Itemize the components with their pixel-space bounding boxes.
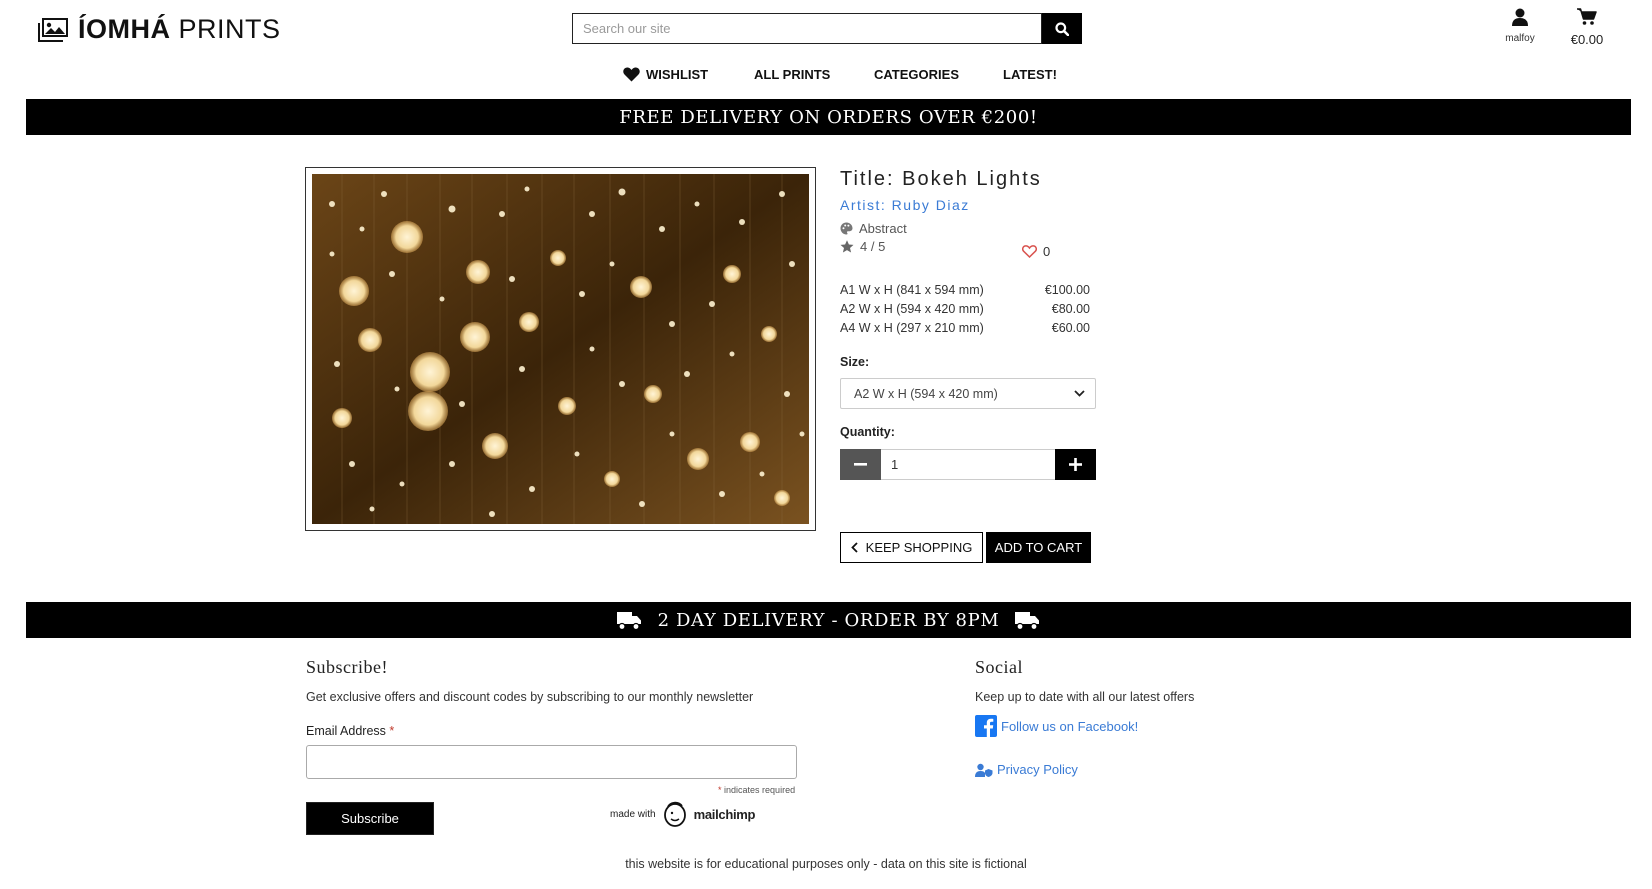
- privacy-policy-label: Privacy Policy: [997, 762, 1078, 777]
- product-info: Title: Bokeh Lights Artist: Ruby Diaz Ab…: [840, 168, 1100, 254]
- nav-categories[interactable]: CATEGORIES: [874, 67, 959, 82]
- product-title: Title: Bokeh Lights: [840, 168, 1042, 190]
- cart-icon: [1577, 8, 1597, 25]
- facebook-icon: [975, 715, 997, 737]
- price-size: A2 W x H (594 x 420 mm): [840, 302, 984, 316]
- search-input[interactable]: [572, 13, 1042, 44]
- plus-icon: [1069, 458, 1082, 471]
- quantity-stepper: 1: [840, 449, 1096, 480]
- social-text: Keep up to date with all our latest offe…: [975, 690, 1195, 704]
- increment-quantity-button[interactable]: [1055, 449, 1096, 480]
- product-image: [305, 167, 816, 531]
- delivery-banner: 2 DAY DELIVERY - ORDER BY 8PM: [26, 602, 1631, 638]
- price-size: A1 W x H (841 x 594 mm): [840, 283, 984, 297]
- decrement-quantity-button[interactable]: [840, 449, 881, 480]
- quantity-input[interactable]: 1: [881, 449, 1055, 480]
- price-value: €80.00: [1051, 302, 1090, 316]
- free-delivery-text: FREE DELIVERY ON ORDERS OVER €200!: [619, 106, 1038, 128]
- size-label: Size:: [840, 355, 870, 369]
- account-menu[interactable]: malfoy: [1497, 8, 1543, 44]
- indicates-required: * indicates required: [718, 785, 795, 795]
- privacy-policy-link[interactable]: Privacy Policy: [975, 762, 1078, 777]
- quantity-label: Quantity:: [840, 425, 895, 439]
- star-icon: [840, 240, 854, 253]
- nav-categories-label: CATEGORIES: [874, 67, 959, 82]
- cart-button[interactable]: €0.00: [1563, 8, 1611, 47]
- indicates-required-text: indicates required: [724, 785, 796, 795]
- facebook-link[interactable]: Follow us on Facebook!: [975, 715, 1138, 737]
- user-icon: [1512, 8, 1528, 26]
- outline-heart-icon: [1022, 245, 1037, 258]
- cart-total: €0.00: [1570, 32, 1604, 47]
- made-with-text: made with: [610, 808, 656, 820]
- free-delivery-banner: FREE DELIVERY ON ORDERS OVER €200!: [26, 99, 1631, 135]
- price-row: A1 W x H (841 x 594 mm) €100.00: [840, 283, 1090, 302]
- social-heading: Social: [975, 657, 1023, 677]
- required-marker: *: [389, 724, 395, 738]
- add-to-cart-button[interactable]: ADD TO CART: [986, 532, 1091, 563]
- nav-all-prints[interactable]: ALL PRINTS: [754, 67, 830, 82]
- nav-latest-label: LATEST!: [1003, 67, 1057, 82]
- palette-icon: [840, 222, 853, 235]
- user-shield-icon: [975, 763, 993, 777]
- wishlist-toggle[interactable]: 0: [1022, 244, 1050, 259]
- product-category[interactable]: Abstract: [840, 221, 1100, 236]
- required-marker: *: [718, 785, 722, 795]
- chevron-left-icon: [850, 542, 858, 553]
- size-select[interactable]: A2 W x H (594 x 420 mm): [840, 378, 1096, 409]
- logo-text: ÍOMHÁ PRINTS: [78, 14, 281, 44]
- size-select-value: A2 W x H (594 x 420 mm): [854, 386, 998, 401]
- likes-count: 0: [1043, 244, 1051, 259]
- delivery-banner-text: 2 DAY DELIVERY - ORDER BY 8PM: [657, 609, 1000, 631]
- minus-icon: [854, 463, 867, 466]
- add-to-cart-label: ADD TO CART: [994, 540, 1083, 555]
- search-icon: [1055, 21, 1069, 36]
- subscribe-text: Get exclusive offers and discount codes …: [306, 690, 754, 704]
- chevron-down-icon: [1074, 390, 1085, 397]
- mailchimp-badge[interactable]: made with mailchimp: [610, 800, 755, 828]
- subscribe-button[interactable]: Subscribe: [306, 802, 434, 835]
- mailchimp-logo-icon: [663, 801, 686, 827]
- mailchimp-wordmark: mailchimp: [693, 806, 756, 822]
- footer-disclaimer: this website is for educational purposes…: [625, 857, 1027, 871]
- nav-latest[interactable]: LATEST!: [1003, 67, 1057, 82]
- price-value: €60.00: [1051, 321, 1090, 335]
- price-value: €100.00: [1044, 283, 1090, 297]
- nav-wishlist[interactable]: WISHLIST: [623, 67, 708, 82]
- price-list: A1 W x H (841 x 594 mm) €100.00 A2 W x H…: [840, 283, 1090, 340]
- email-label-text: Email Address: [306, 724, 386, 738]
- facebook-link-label: Follow us on Facebook!: [1001, 718, 1139, 734]
- product-rating-value: 4 / 5: [860, 239, 886, 254]
- account-label: malfoy: [1505, 33, 1535, 44]
- product-category-label: Abstract: [859, 221, 907, 236]
- keep-shopping-button[interactable]: KEEP SHOPPING: [840, 532, 983, 563]
- subscribe-button-label: Subscribe: [341, 811, 399, 826]
- site-logo[interactable]: ÍOMHÁ PRINTS: [38, 14, 281, 45]
- images-icon: [38, 17, 68, 42]
- heart-icon: [623, 67, 640, 82]
- search-bar: [572, 13, 1082, 44]
- nav-all-prints-label: ALL PRINTS: [754, 67, 831, 82]
- price-size: A4 W x H (297 x 210 mm): [840, 321, 984, 335]
- price-row: A4 W x H (297 x 210 mm) €60.00: [840, 321, 1090, 340]
- email-field[interactable]: [306, 745, 797, 779]
- product-artist-link[interactable]: Artist: Ruby Diaz: [840, 197, 1100, 213]
- truck-icon: [616, 611, 641, 630]
- nav-wishlist-label: WISHLIST: [646, 67, 709, 82]
- price-row: A2 W x H (594 x 420 mm) €80.00: [840, 302, 1090, 321]
- keep-shopping-label: KEEP SHOPPING: [865, 540, 973, 555]
- bokeh-lights-image: [312, 174, 809, 524]
- subscribe-heading: Subscribe!: [306, 657, 388, 677]
- product-rating: 4 / 5: [840, 239, 1100, 254]
- truck-icon: [1015, 611, 1040, 630]
- search-button[interactable]: [1042, 13, 1082, 44]
- email-label: Email Address *: [306, 724, 394, 738]
